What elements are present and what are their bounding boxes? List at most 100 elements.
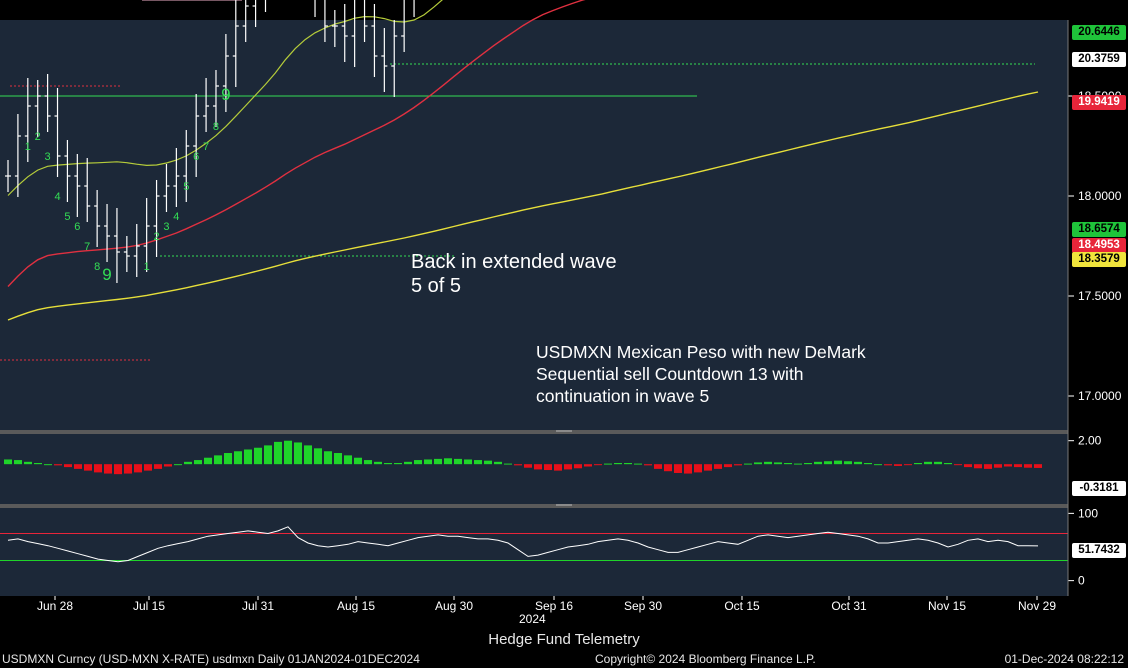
- price-label-18-6574: 18.6574: [1072, 222, 1126, 237]
- histogram-bar: [224, 453, 232, 465]
- demark-count-mark: 5: [64, 211, 70, 223]
- histogram-bar: [714, 464, 722, 469]
- histogram-bar: [1014, 464, 1022, 468]
- demark-count-mark: 4: [173, 211, 179, 223]
- demark-count-mark: 3: [163, 221, 169, 233]
- price-tick-label: 18.0000: [1078, 189, 1122, 203]
- histogram-bar: [184, 461, 192, 465]
- histogram-bar: [744, 463, 752, 465]
- price-label-18-3579: 18.3579: [1072, 252, 1126, 267]
- panel-separator-1[interactable]: [0, 430, 1068, 434]
- histogram-bar: [444, 458, 452, 465]
- histogram-bar: [294, 442, 302, 465]
- price-label-19-9419: 19.9419: [1072, 95, 1126, 110]
- histogram-bar: [644, 464, 652, 466]
- histogram-bar: [974, 464, 982, 469]
- histogram-bar: [954, 464, 962, 466]
- price-tick-label: 17.0000: [1078, 389, 1122, 403]
- demark-count-mark: 7: [84, 241, 90, 253]
- histogram-bar: [84, 464, 92, 471]
- histogram-bar: [864, 463, 872, 465]
- histogram-bar: [834, 460, 842, 465]
- histogram-bar: [554, 464, 562, 471]
- histogram-bar: [924, 461, 932, 465]
- x-tick-label: Sep 30: [624, 599, 662, 613]
- histogram-bar: [344, 455, 352, 465]
- histogram-bar: [4, 459, 12, 465]
- histogram-bar: [514, 464, 522, 466]
- histogram-bar: [904, 464, 912, 466]
- x-tick-label: Sep 16: [535, 599, 573, 613]
- histogram-bar: [74, 464, 82, 469]
- demark-count-mark: 2: [35, 131, 41, 143]
- histogram-bar: [454, 458, 462, 465]
- x-tick-label: Oct 31: [831, 599, 867, 613]
- demark-count-mark: 8: [213, 121, 219, 133]
- demark-count-mark: 9: [221, 85, 230, 104]
- histogram-bar: [724, 464, 732, 468]
- histogram-bar: [434, 458, 442, 465]
- demark-count-mark: 6: [193, 151, 199, 163]
- histogram-bar: [794, 463, 802, 465]
- price-tick-label: 19.0000: [1078, 0, 1122, 3]
- osc-tick-label: 0: [1078, 574, 1085, 588]
- histogram-bar: [784, 463, 792, 465]
- demark-count-mark: 9: [102, 265, 111, 284]
- x-tick-label: Jul 15: [133, 599, 165, 613]
- histogram-bar: [704, 464, 712, 471]
- histogram-bar: [414, 460, 422, 465]
- hist-tick-label: 2.00: [1078, 434, 1102, 448]
- histogram-bar: [734, 464, 742, 466]
- x-tick-label: Aug 30: [435, 599, 473, 613]
- histogram-bar: [114, 464, 122, 475]
- histogram-bar: [824, 461, 832, 465]
- histogram-bar: [404, 461, 412, 465]
- histogram-bar: [874, 464, 882, 466]
- histogram-bar: [144, 464, 152, 471]
- histogram-bar: [174, 464, 182, 466]
- demark-count-mark: 2: [153, 231, 159, 243]
- x-tick-label: Nov 29: [1018, 599, 1056, 613]
- demark-count-mark: 1: [144, 261, 150, 273]
- histogram-bar: [214, 455, 222, 465]
- histogram-bar: [894, 464, 902, 466]
- histogram-bar: [274, 441, 282, 465]
- footer-copyright: Copyright© 2024 Bloomberg Finance L.P.: [595, 652, 816, 666]
- footer-left: USDMXN Curncy (USD-MXN X-RATE) usdmxn Da…: [2, 652, 420, 666]
- histogram-bar: [654, 464, 662, 469]
- histogram-bar: [664, 464, 672, 472]
- price-label-20-6446: 20.6446: [1072, 25, 1126, 40]
- oscillator-value-label: 51.7432: [1072, 543, 1126, 558]
- histogram-bar: [94, 464, 102, 473]
- histogram-bar: [804, 463, 812, 465]
- histogram-bar: [854, 461, 862, 465]
- histogram-bar: [964, 464, 972, 468]
- histogram-bar: [134, 464, 142, 473]
- demark-count-mark: 7: [203, 141, 209, 153]
- histogram-bar: [774, 462, 782, 465]
- histogram-bar: [534, 464, 542, 470]
- histogram-bar: [154, 464, 162, 469]
- histogram-bar: [464, 459, 472, 465]
- x-tick-label: Jun 28: [37, 599, 73, 613]
- histogram-bar: [304, 445, 312, 465]
- histogram-bar: [754, 462, 762, 465]
- histogram-bar: [944, 463, 952, 465]
- demark-count-mark: 3: [45, 151, 51, 163]
- histogram-bar: [884, 464, 892, 466]
- histogram-bar: [844, 461, 852, 465]
- histogram-bar: [814, 461, 822, 465]
- histogram-bar: [1034, 464, 1042, 468]
- histogram-bar: [424, 459, 432, 465]
- x-axis-year: 2024: [519, 612, 546, 626]
- oscillator-panel-bg: [0, 508, 1068, 596]
- price-label-18-4953: 18.4953: [1072, 238, 1126, 253]
- panel-separator-2[interactable]: [0, 504, 1068, 508]
- histogram-bar: [584, 464, 592, 467]
- histogram-bar: [484, 460, 492, 465]
- histogram-bar: [764, 461, 772, 465]
- footer-timestamp: 01-Dec-2024 08:22:12: [1004, 652, 1124, 666]
- histogram-bar: [364, 460, 372, 465]
- histogram-bar: [494, 461, 502, 465]
- histogram-bar: [164, 464, 172, 467]
